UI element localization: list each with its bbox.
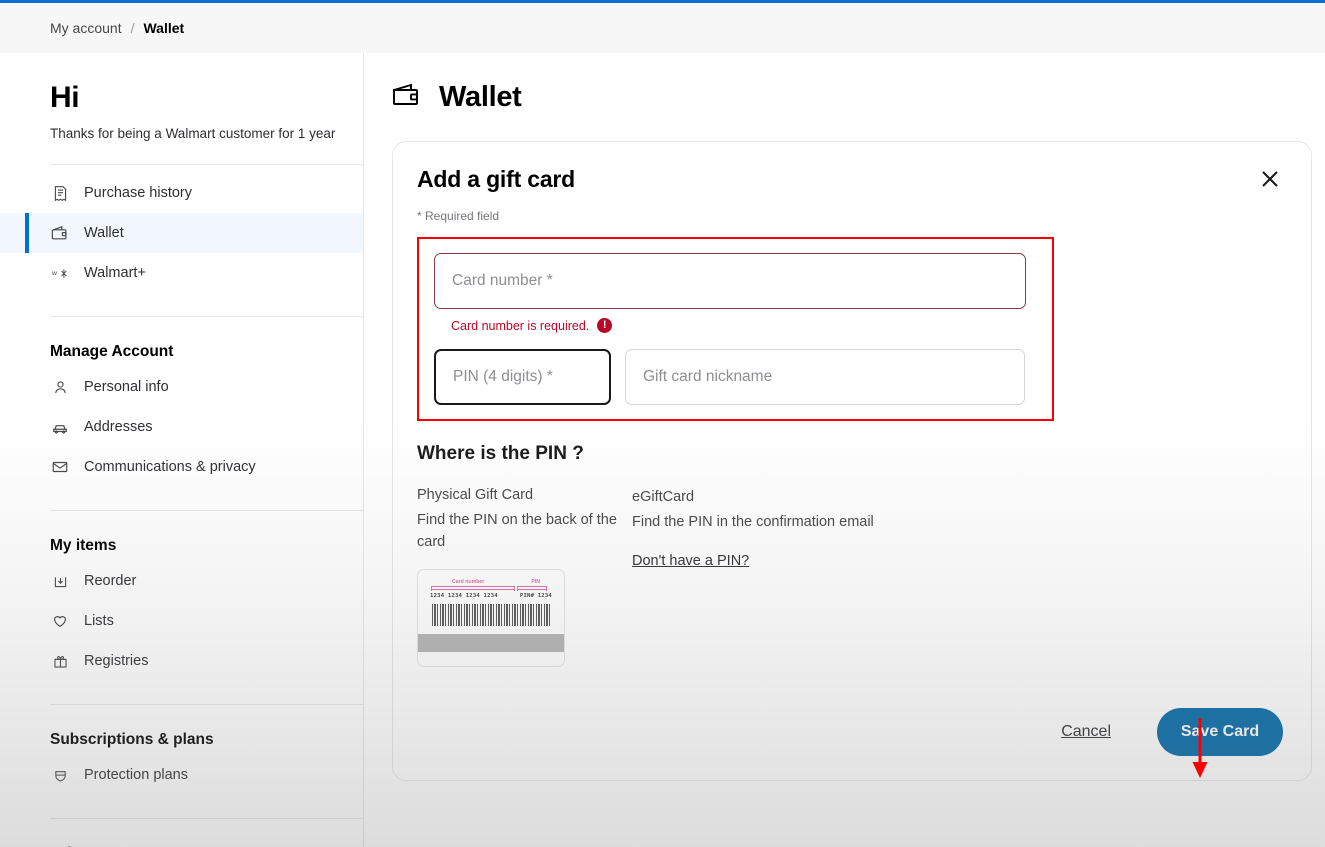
giftcard-art-magnetic-stripe: [418, 634, 564, 652]
giftcard-art-card-label: Card number: [452, 579, 485, 585]
required-field-note: * Required field: [417, 209, 500, 223]
person-icon: [50, 377, 70, 397]
pin-input[interactable]: PIN (4 digits) *: [434, 349, 611, 405]
sidebar-item-purchase-history[interactable]: Purchase history: [0, 173, 363, 213]
save-card-button[interactable]: Save Card: [1157, 708, 1283, 756]
add-gift-card-panel: Add a gift card * Required field Card nu…: [392, 141, 1312, 781]
sidebar-item-label: Purchase history: [84, 185, 192, 201]
breadcrumb-my-account[interactable]: My account: [50, 20, 122, 36]
giftcard-art-pin-label: PIN: [531, 579, 540, 585]
sidebar-item-communications-privacy[interactable]: Communications & privacy: [0, 447, 363, 487]
body-wrapper: Hi Thanks for being a Walmart customer f…: [0, 53, 1325, 847]
sidebar-item-label: Walmart+: [84, 265, 146, 281]
where-is-pin-heading: Where is the PIN ?: [417, 443, 584, 464]
walmart-plus-icon: w: [50, 263, 70, 283]
svg-text:w: w: [52, 270, 57, 277]
giftcard-art-barcode: [432, 604, 550, 626]
shield-icon: [50, 765, 70, 785]
sidebar-group-heading: Manage Account: [50, 343, 174, 360]
sidebar: Hi Thanks for being a Walmart customer f…: [0, 53, 364, 847]
sidebar-item-reorder[interactable]: Reorder: [0, 561, 363, 601]
sidebar-item-label: Addresses: [84, 419, 153, 435]
sidebar-item-addresses[interactable]: Addresses: [0, 407, 363, 447]
egiftcard-description: Find the PIN in the confirmation email: [632, 514, 874, 530]
pin-help-columns: Physical Gift Card Find the PIN on the b…: [417, 487, 1283, 667]
page-title-row: Wallet: [392, 81, 1312, 114]
gift-card-illustration: Card number PIN 1234 1234 1234 1234 PIN#: [417, 569, 565, 667]
car-icon: [50, 417, 70, 437]
card-number-placeholder: Card number *: [452, 272, 553, 289]
sidebar-item-label: Reorder: [84, 573, 137, 589]
breadcrumb-separator: /: [130, 20, 135, 36]
giftcard-art-number: 1234 1234 1234 1234: [430, 593, 498, 599]
page-title: Wallet: [439, 81, 522, 113]
sidebar-item-personal-info[interactable]: Personal info: [0, 367, 363, 407]
sidebar-item-lists[interactable]: Lists: [0, 601, 363, 641]
heart-icon: [50, 611, 70, 631]
greeting-subtitle: Thanks for being a Walmart customer for …: [50, 126, 336, 141]
error-exclamation-icon: !: [597, 318, 613, 333]
card-number-error-text: Card number is required.: [451, 318, 590, 333]
sidebar-group-heading: Other Accounts: [0, 827, 363, 847]
giftcard-art-pin-number: PIN# 1234: [519, 593, 552, 599]
nickname-placeholder: Gift card nickname: [643, 368, 773, 385]
sidebar-group-my-items: My items Reorder Lists Registries: [0, 511, 363, 681]
close-icon[interactable]: [1255, 164, 1285, 194]
sidebar-top-nav: Purchase history Wallet w Walmart+: [0, 165, 363, 293]
gift-card-nickname-input[interactable]: Gift card nickname: [625, 349, 1025, 405]
pin-help-egift: eGiftCard Find the PIN in the confirmati…: [632, 487, 1012, 667]
wallet-icon: [50, 223, 70, 243]
egiftcard-label: eGiftCard: [632, 489, 695, 505]
page-root: My account / Wallet Hi Thanks for being …: [0, 0, 1325, 847]
main-content: Wallet Add a gift card * Required field …: [364, 53, 1325, 847]
greeting-title: Hi: [50, 81, 80, 114]
sidebar-item-wallet[interactable]: Wallet: [0, 213, 363, 253]
receipt-icon: [50, 183, 70, 203]
sidebar-group-heading: My items: [50, 537, 117, 554]
sidebar-group-heading: Subscriptions & plans: [50, 731, 214, 748]
sidebar-item-walmart-plus[interactable]: w Walmart+: [0, 253, 363, 293]
pin-help-physical: Physical Gift Card Find the PIN on the b…: [417, 487, 632, 667]
sidebar-item-protection-plans[interactable]: Protection plans: [0, 755, 363, 795]
sidebar-group-manage-account: Manage Account Personal info Addresses C…: [0, 317, 363, 487]
sidebar-group-other-accounts: Other Accounts: [0, 819, 363, 847]
sidebar-item-label: Personal info: [84, 379, 169, 395]
physical-card-label: Physical Gift Card: [417, 487, 534, 503]
card-number-error: Card number is required. !: [451, 318, 1036, 333]
breadcrumb-current: Wallet: [143, 20, 185, 36]
sidebar-group-subscriptions: Subscriptions & plans Protection plans: [0, 705, 363, 795]
wallet-icon: [392, 82, 422, 113]
sidebar-item-label: Registries: [84, 653, 149, 669]
sidebar-item-label: Wallet: [84, 225, 124, 241]
envelope-icon: [50, 457, 70, 477]
sidebar-item-registries[interactable]: Registries: [0, 641, 363, 681]
panel-footer: Cancel Save Card: [1061, 708, 1283, 756]
sidebar-item-label: Lists: [84, 613, 114, 629]
greeting-block: Hi Thanks for being a Walmart customer f…: [0, 53, 363, 141]
sidebar-item-label: Communications & privacy: [84, 459, 256, 475]
highlight-annotation-box: Card number * Card number is required. !…: [417, 237, 1054, 421]
cancel-button[interactable]: Cancel: [1061, 723, 1111, 741]
physical-card-description: Find the PIN on the back of the card: [417, 512, 617, 550]
pin-placeholder: PIN (4 digits) *: [453, 368, 553, 385]
breadcrumb: My account / Wallet: [0, 3, 1325, 53]
giftcard-art-pin-bracket: [517, 586, 547, 591]
reorder-icon: [50, 571, 70, 591]
sidebar-item-label: Protection plans: [84, 767, 188, 783]
pin-nickname-row: PIN (4 digits) * Gift card nickname: [434, 349, 1036, 405]
card-number-input[interactable]: Card number *: [434, 253, 1026, 309]
gift-icon: [50, 651, 70, 671]
panel-title: Add a gift card: [417, 166, 576, 192]
dont-have-pin-link[interactable]: Don't have a PIN?: [632, 553, 749, 569]
giftcard-art-card-bracket: [431, 586, 515, 591]
